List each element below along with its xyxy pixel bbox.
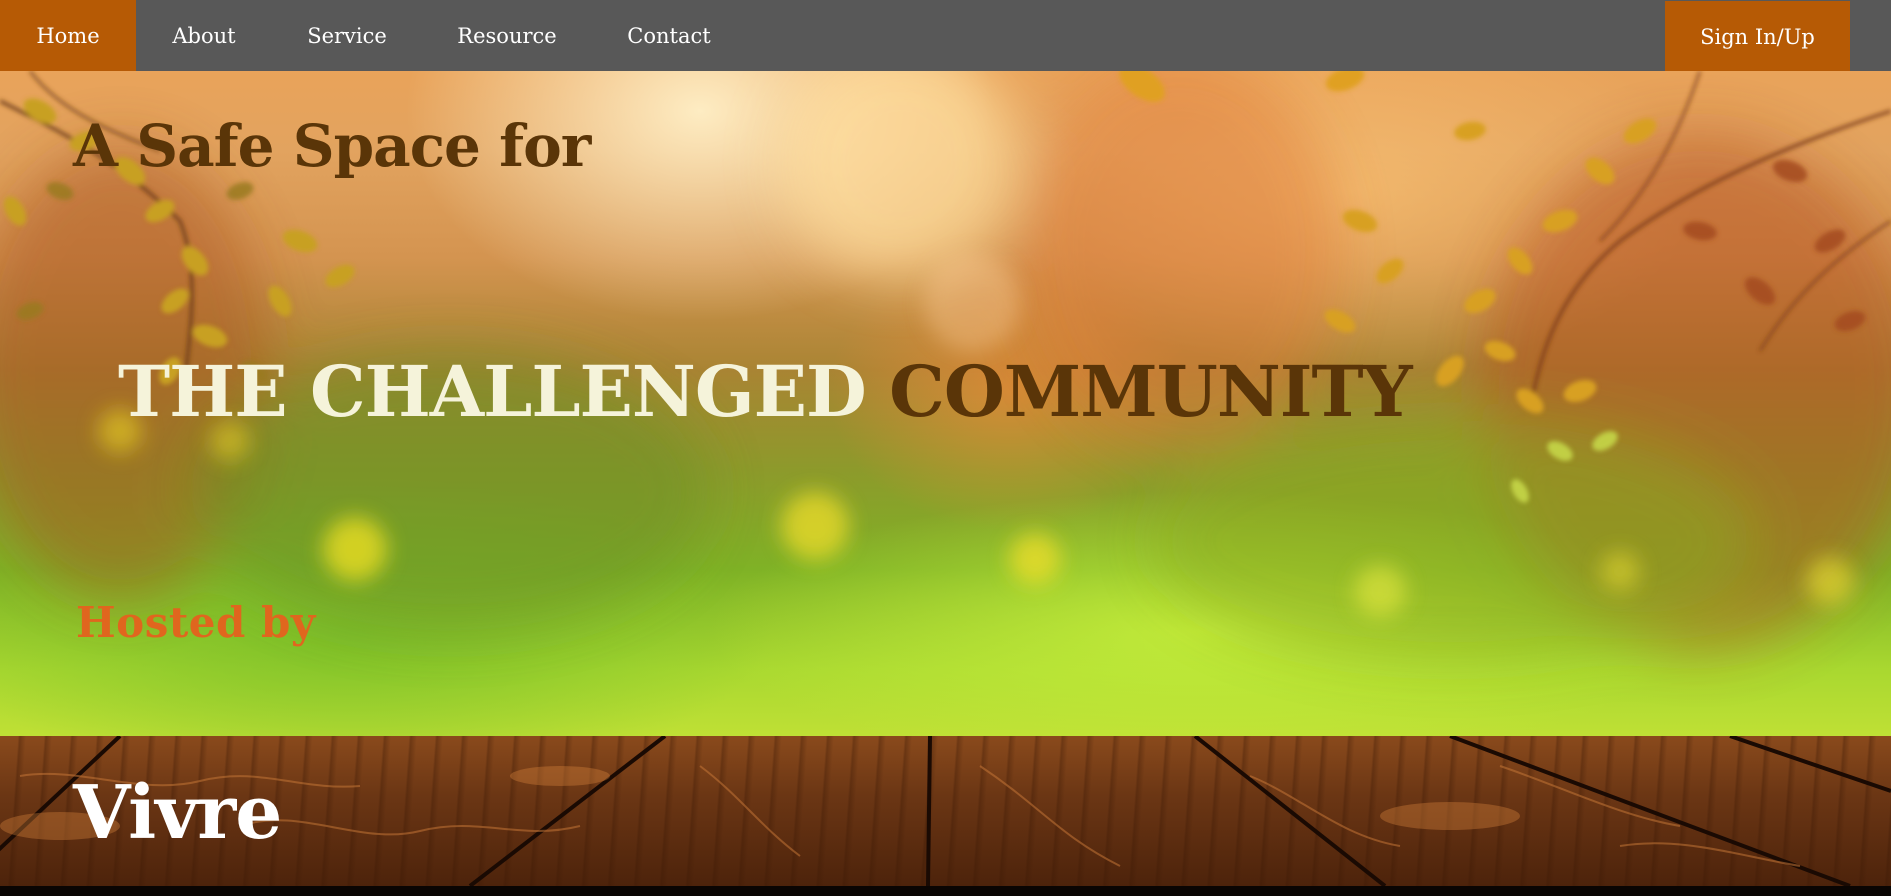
nav-contact[interactable]: Contact: [592, 0, 746, 71]
brand-name: Vivre: [73, 770, 282, 856]
hero-title-light-part: THE CHALLENGED: [118, 350, 867, 433]
page: Home About Service Resource Contact Sign…: [0, 0, 1891, 896]
table-edge-shadow: [0, 886, 1891, 896]
hosted-by-label: Hosted by: [76, 598, 316, 647]
wood-planks-illustration: [0, 736, 1891, 886]
hero-title-dark-part: COMMUNITY: [889, 350, 1412, 433]
nav-service[interactable]: Service: [272, 0, 422, 71]
wooden-table-image: [0, 736, 1891, 886]
nav-about[interactable]: About: [136, 0, 272, 71]
hero-title-line1: A Safe Space for: [73, 112, 591, 180]
hero-title-line2: THE CHALLENGED COMMUNITY: [118, 350, 1413, 433]
top-nav: Home About Service Resource Contact Sign…: [0, 0, 1891, 71]
nav-home[interactable]: Home: [0, 0, 136, 71]
nav-resource[interactable]: Resource: [422, 0, 592, 71]
sign-in-up-button[interactable]: Sign In/Up: [1665, 1, 1850, 71]
